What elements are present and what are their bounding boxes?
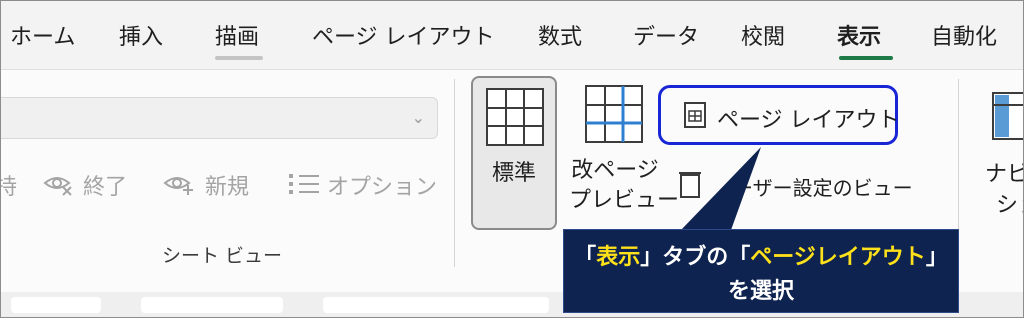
callout-connector: タブの: [662, 245, 729, 270]
callout-quote-open: 「: [574, 245, 597, 270]
callout-quote-open-2: 「: [728, 245, 751, 270]
excel-ribbon-window: ホーム 挿入 描画 ページ レイアウト 数式 データ 校閲 表示 自動化 ⌄ 持…: [0, 0, 1024, 318]
callout-highlight-page-layout: ページレイアウト: [750, 245, 926, 270]
callout-line-2: を選択: [727, 279, 794, 304]
callout-quote-close: 」: [640, 245, 663, 270]
callout-highlight-view: 表示: [596, 245, 641, 270]
callout-line-1: 「表示」タブの「ページレイアウト」: [563, 239, 959, 271]
callout-quote-close-2: 」: [925, 245, 948, 270]
